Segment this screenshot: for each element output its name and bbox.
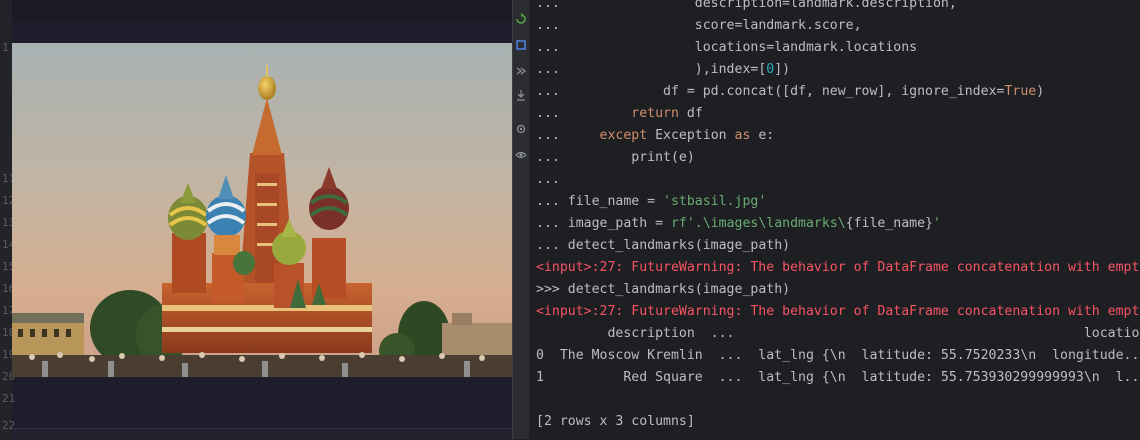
console-line: >>> detect_landmarks(image_path) (536, 279, 790, 301)
settings-icon[interactable] (514, 122, 528, 136)
console-line: ... file_name = 'stbasil.jpg' (536, 191, 766, 213)
console-prompt: ... (536, 128, 560, 143)
console-code-text: df (678, 106, 703, 121)
console-code-text: detect_landmarks(image_path) (559, 282, 791, 297)
viewer-status-strip (12, 428, 512, 440)
console-prompt: ... (536, 172, 560, 187)
console-code-text: 'stbasil.jpg' (663, 194, 767, 209)
console-prompt: ... (536, 194, 560, 209)
eye-icon[interactable] (514, 148, 528, 162)
console-line: ... score=landmark.score, (536, 15, 862, 37)
console-code-text (560, 128, 600, 143)
console-prompt: ... (536, 18, 560, 33)
console-prompt: ... (536, 150, 560, 165)
console-code-text: 1 Red Square ... lat_lng {\n latitude: 5… (536, 370, 1140, 385)
console-line: ... except Exception as e: (536, 125, 774, 147)
download-icon[interactable] (514, 88, 528, 102)
console-line: <input>:27: FutureWarning: The behavior … (536, 301, 1139, 323)
gutter-line-number: 21 (2, 392, 16, 405)
landmark-photo (12, 43, 512, 377)
console-code-text (560, 106, 631, 121)
console-code-text: e: (750, 128, 775, 143)
console-toolbar (513, 0, 529, 439)
console-code-text: ]) (774, 62, 791, 77)
console-code-text: ),index=[ (559, 62, 767, 77)
console-code-text: ) (1036, 84, 1045, 99)
forward-icon[interactable] (514, 64, 528, 78)
console-code-text: ' (933, 216, 941, 231)
console-line: ... return df (536, 103, 703, 125)
console-line: ... image_path = rf'.\images\landmarks\{… (536, 213, 941, 235)
console-line: ... locations=landmark.locations (536, 37, 917, 59)
console-code-text: return (631, 106, 679, 121)
viewer-toolbar (12, 0, 512, 22)
console-code-text: image_path = (559, 216, 671, 231)
image-viewer-panel: 1 11 12 13 14 15 16 17 18 19 20 21 22 (0, 0, 512, 440)
console-line: <input>:27: FutureWarning: The behavior … (536, 257, 1139, 279)
stop-icon[interactable] (514, 38, 528, 52)
console-code-text: as (734, 128, 751, 143)
console-line: 0 The Moscow Kremlin ... lat_lng {\n lat… (536, 345, 1139, 367)
gutter-line-number: 1 (2, 41, 9, 54)
console-code-text: [2 rows x 3 columns] (536, 414, 695, 429)
console-warning-text: <input>:27: FutureWarning: The behavior … (536, 304, 1140, 319)
console-prompt: ... (536, 216, 560, 231)
console-code-text: 0 The Moscow Kremlin ... lat_lng {\n lat… (536, 348, 1140, 363)
console-line: ... ),index=[0]) (536, 59, 790, 81)
console-prompt: ... (536, 106, 560, 121)
console-code-text: Exception (647, 128, 735, 143)
line-number-gutter: 1 11 12 13 14 15 16 17 18 19 20 21 22 (0, 0, 16, 439)
rerun-icon[interactable] (514, 12, 528, 26)
console-code-text: df = pd.concat([df, new_row], ignore_ind… (559, 84, 1005, 99)
console-line: ... df = pd.concat([df, new_row], ignore… (536, 81, 1044, 103)
console-code-text: file_name = (559, 194, 664, 209)
console-code-text: score=landmark.score, (559, 18, 862, 33)
console-line: description ... location (536, 323, 1140, 345)
console-warning-text: <input>:27: FutureWarning: The behavior … (536, 260, 1140, 275)
console-code-text: True (1004, 84, 1037, 99)
console-code-text: print(e) (559, 150, 695, 165)
console-prompt: ... (536, 0, 560, 11)
console-line: ... print(e) (536, 147, 695, 169)
console-prompt: ... (536, 238, 560, 253)
console-code-text: description=landmark.description, (559, 0, 957, 11)
console-code-text: {file_name} (845, 216, 933, 231)
console-code-text: rf'.\images\landmarks\ (670, 216, 846, 231)
console-code-text: detect_landmarks(image_path) (559, 238, 791, 253)
console-prompt: >>> (536, 282, 560, 297)
console-line: ... description=landmark.description, (536, 0, 957, 15)
console-code-text: except (599, 128, 648, 143)
console-line: ... (536, 169, 560, 191)
console-prompt: ... (536, 84, 560, 99)
console-code-text: description ... location (536, 326, 1140, 341)
console-line: ... detect_landmarks(image_path) (536, 235, 790, 257)
console-code-text: locations=landmark.locations (559, 40, 918, 55)
python-console[interactable]: ... description=landmark.description,...… (529, 0, 1140, 439)
console-line: 1 Red Square ... lat_lng {\n latitude: 5… (536, 367, 1139, 389)
console-prompt: ... (536, 62, 560, 77)
console-line: [2 rows x 3 columns] (536, 411, 695, 433)
console-prompt: ... (536, 40, 560, 55)
st-basils-cathedral-image (12, 43, 512, 377)
